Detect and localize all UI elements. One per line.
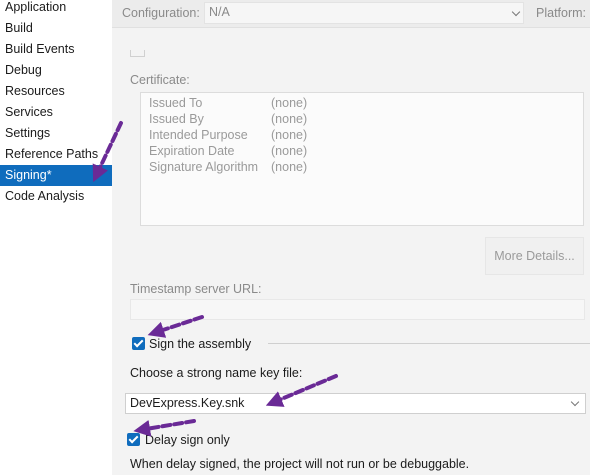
sidebar-item-code-analysis[interactable]: Code Analysis xyxy=(0,186,112,207)
cert-value: (none) xyxy=(271,160,308,174)
timestamp-url-label: Timestamp server URL: xyxy=(130,282,262,296)
sidebar-item-reference-paths[interactable]: Reference Paths xyxy=(0,144,112,165)
sidebar-item-build[interactable]: Build xyxy=(0,18,112,39)
cert-value: (none) xyxy=(271,128,308,142)
configuration-label: Configuration: xyxy=(122,6,200,20)
sign-assembly-checkbox[interactable] xyxy=(132,337,145,350)
timestamp-url-input[interactable] xyxy=(130,299,585,320)
key-file-dropdown[interactable]: DevExpress.Key.snk xyxy=(125,393,586,414)
delay-sign-label: Delay sign only xyxy=(145,433,230,447)
key-file-value: DevExpress.Key.snk xyxy=(130,396,245,410)
sidebar-item-debug[interactable]: Debug xyxy=(0,60,112,81)
group-separator xyxy=(268,343,590,344)
active-item-indicator xyxy=(105,170,112,180)
cert-value: (none) xyxy=(271,96,308,110)
hidden-checkbox-remnant xyxy=(130,50,145,57)
cert-key: Issued By xyxy=(149,112,204,126)
cert-key: Signature Algorithm xyxy=(149,160,259,174)
sidebar-nav: Application Build Build Events Debug Res… xyxy=(0,0,112,475)
more-details-button[interactable]: More Details... xyxy=(485,237,584,275)
sidebar-item-settings[interactable]: Settings xyxy=(0,123,112,144)
delay-sign-checkbox[interactable] xyxy=(127,433,140,446)
sign-assembly-label: Sign the assembly xyxy=(149,337,252,351)
annotation-arrow-delay-sign xyxy=(133,419,196,437)
sidebar-item-services[interactable]: Services xyxy=(0,102,112,123)
delay-sign-note: When delay signed, the project will not … xyxy=(130,457,470,471)
cert-value: (none) xyxy=(271,112,308,126)
platform-label: Platform: xyxy=(536,6,587,20)
chevron-down-icon xyxy=(570,397,580,407)
configuration-dropdown[interactable]: N/A xyxy=(204,2,524,24)
chevron-down-icon xyxy=(511,7,521,17)
configuration-value: N/A xyxy=(209,5,230,19)
certificate-label: Certificate: xyxy=(130,73,190,87)
cert-key: Intended Purpose xyxy=(149,128,248,142)
sidebar-item-signing[interactable]: Signing* xyxy=(0,165,112,186)
sidebar-item-application[interactable]: Application xyxy=(0,0,112,18)
sidebar-item-resources[interactable]: Resources xyxy=(0,81,112,102)
key-file-label: Choose a strong name key file: xyxy=(130,366,303,380)
cert-key: Expiration Date xyxy=(149,144,235,158)
cert-key: Issued To xyxy=(149,96,203,110)
certificate-info-box: Issued To (none) Issued By (none) Intend… xyxy=(140,92,584,226)
cert-value: (none) xyxy=(271,144,308,158)
sidebar-item-build-events[interactable]: Build Events xyxy=(0,39,112,60)
